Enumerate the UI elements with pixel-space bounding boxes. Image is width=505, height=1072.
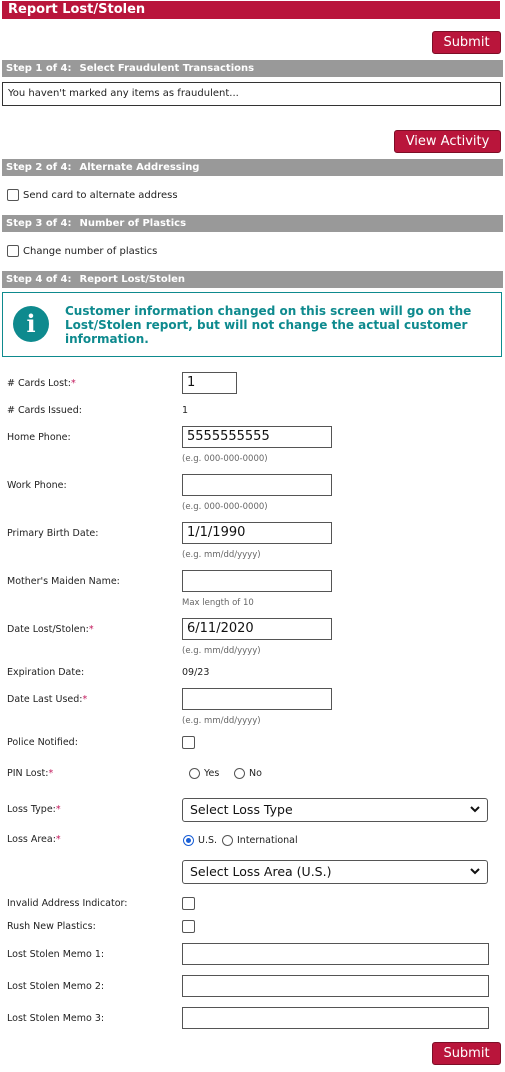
- memo-2-label: Lost Stolen Memo 2:: [7, 981, 105, 992]
- birth-date-hint: (e.g. mm/dd/yyyy): [182, 550, 261, 560]
- page-title: Report Lost/Stolen: [2, 1, 500, 19]
- step-1-header: Step 1 of 4: Select Fraudulent Transactio…: [2, 60, 503, 77]
- pin-lost-no-label: No: [249, 768, 262, 779]
- pin-lost-label: PIN Lost:*: [7, 768, 54, 779]
- step-3-header: Step 3 of 4: Number of Plastics: [2, 215, 503, 232]
- step-2-header: Step 2 of 4: Alternate Addressing: [2, 159, 503, 176]
- step-4-header: Step 4 of 4: Report Lost/Stolen: [2, 271, 503, 288]
- pin-lost-no-radio[interactable]: [234, 768, 245, 779]
- step-title: Report Lost/Stolen: [79, 274, 186, 285]
- loss-area-international-radio[interactable]: [222, 835, 233, 846]
- step-title: Alternate Addressing: [79, 162, 200, 173]
- cards-lost-input[interactable]: 1: [182, 372, 237, 394]
- alternate-address-checkbox[interactable]: [7, 189, 19, 201]
- pin-lost-yes-label: Yes: [204, 768, 220, 779]
- step-label: Step 4 of 4:: [6, 274, 72, 285]
- invalid-address-checkbox[interactable]: [182, 897, 195, 910]
- expiration-date-label: Expiration Date:: [7, 667, 85, 678]
- work-phone-input[interactable]: [182, 474, 332, 496]
- pin-lost-yes-radio[interactable]: [189, 768, 200, 779]
- memo-2-input[interactable]: [182, 975, 489, 997]
- pin-lost-no-option[interactable]: No: [234, 768, 262, 779]
- maiden-name-hint: Max length of 10: [182, 598, 254, 608]
- birth-date-label: Primary Birth Date:: [7, 528, 99, 539]
- change-plastics-option[interactable]: Change number of plastics: [7, 245, 157, 257]
- home-phone-hint: (e.g. 000-000-0000): [182, 454, 268, 464]
- fraud-items-box: You haven't marked any items as fraudule…: [2, 82, 501, 106]
- date-last-used-input[interactable]: [182, 688, 332, 710]
- expiration-date-value: 09/23: [182, 667, 210, 678]
- maiden-name-input[interactable]: [182, 570, 332, 592]
- cards-issued-label: # Cards Issued:: [7, 405, 82, 416]
- loss-area-us-option[interactable]: U.S.: [183, 835, 217, 846]
- step-title: Number of Plastics: [79, 218, 187, 229]
- loss-area-us-radio[interactable]: [183, 835, 194, 846]
- step-title: Select Fraudulent Transactions: [79, 63, 255, 74]
- memo-1-label: Lost Stolen Memo 1:: [7, 949, 105, 960]
- rush-plastics-label: Rush New Plastics:: [7, 921, 96, 932]
- change-plastics-checkbox[interactable]: [7, 245, 19, 257]
- step-label: Step 1 of 4:: [6, 63, 72, 74]
- change-plastics-label: Change number of plastics: [23, 245, 158, 257]
- step-label: Step 2 of 4:: [6, 162, 72, 173]
- alternate-address-label: Send card to alternate address: [23, 189, 178, 201]
- date-lost-label: Date Lost/Stolen:*: [7, 624, 94, 635]
- loss-area-select-value: Select Loss Area (U.S.): [190, 864, 332, 879]
- date-last-used-hint: (e.g. mm/dd/yyyy): [182, 716, 261, 726]
- loss-area-us-label: U.S.: [198, 835, 218, 846]
- rush-plastics-checkbox[interactable]: [182, 920, 195, 933]
- info-panel: i Customer information changed on this s…: [2, 292, 502, 357]
- loss-type-value: Select Loss Type: [190, 802, 293, 817]
- loss-type-label: Loss Type:*: [7, 804, 61, 815]
- date-lost-hint: (e.g. mm/dd/yyyy): [182, 646, 261, 656]
- cards-lost-label: # Cards Lost:*: [7, 378, 76, 389]
- loss-area-select[interactable]: Select Loss Area (U.S.): [182, 860, 488, 884]
- loss-area-international-label: International: [237, 835, 298, 846]
- alternate-address-option[interactable]: Send card to alternate address: [7, 189, 178, 201]
- chevron-down-icon: [470, 806, 480, 813]
- memo-3-input[interactable]: [182, 1007, 489, 1029]
- loss-area-label: Loss Area:*: [7, 834, 61, 845]
- police-notified-checkbox[interactable]: [182, 736, 195, 749]
- home-phone-input[interactable]: 5555555555: [182, 426, 332, 448]
- submit-button-bottom[interactable]: Submit: [432, 1042, 501, 1065]
- pin-lost-yes-option[interactable]: Yes: [189, 768, 219, 779]
- police-notified-label: Police Notified:: [7, 737, 78, 748]
- work-phone-hint: (e.g. 000-000-0000): [182, 502, 268, 512]
- view-activity-button[interactable]: View Activity: [394, 130, 501, 153]
- info-icon: i: [13, 306, 49, 342]
- home-phone-label: Home Phone:: [7, 432, 71, 443]
- loss-type-select[interactable]: Select Loss Type: [182, 798, 488, 822]
- work-phone-label: Work Phone:: [7, 480, 67, 491]
- cards-issued-value: 1: [182, 405, 189, 416]
- info-message: Customer information changed on this scr…: [65, 304, 472, 346]
- submit-button-top[interactable]: Submit: [432, 31, 501, 54]
- step-label: Step 3 of 4:: [6, 218, 72, 229]
- memo-1-input[interactable]: [182, 943, 489, 965]
- fraud-message: You haven't marked any items as fraudule…: [8, 88, 239, 99]
- memo-3-label: Lost Stolen Memo 3:: [7, 1013, 105, 1024]
- date-last-used-label: Date Last Used:*: [7, 694, 88, 705]
- invalid-address-label: Invalid Address Indicator:: [7, 898, 128, 909]
- birth-date-input[interactable]: 1/1/1990: [182, 522, 332, 544]
- date-lost-input[interactable]: 6/11/2020: [182, 618, 332, 640]
- maiden-name-label: Mother's Maiden Name:: [7, 576, 120, 587]
- loss-area-international-option[interactable]: International: [222, 835, 298, 846]
- chevron-down-icon: [470, 868, 480, 875]
